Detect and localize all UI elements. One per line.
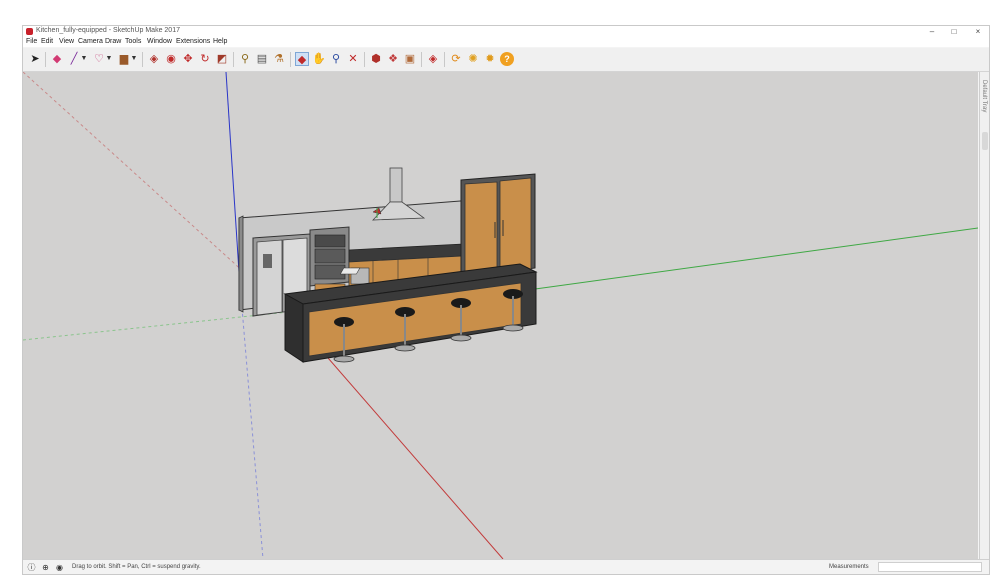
credits-icon[interactable]: ◉ (55, 563, 64, 572)
sketchup-logo-icon (26, 28, 33, 35)
pan-icon[interactable]: ✋ (312, 52, 326, 66)
toolbar-separator (142, 52, 143, 67)
menu-help[interactable]: Help (213, 38, 227, 45)
rotate-icon[interactable]: ↻ (198, 52, 212, 66)
maximize-button[interactable]: □ (945, 26, 963, 37)
menu-file[interactable]: File (26, 38, 37, 45)
menu-extensions[interactable]: Extensions (176, 38, 210, 45)
main-toolbar: ➤ ◆ ╱ ▼ ♡ ▼ ▆ ▼ ◈ ◉ ✥ ↻ ◩ ⚲ ▤ ⚗ ◆ ✋ ⚲ ✕ … (23, 48, 989, 72)
paint-bucket-icon[interactable]: ⚗ (272, 52, 286, 66)
eraser-icon[interactable]: ◆ (50, 52, 64, 66)
hood-chimney (389, 167, 403, 203)
measurements-label: Measurements (829, 564, 869, 570)
dropdown-arrow-icon[interactable]: ▼ (105, 52, 113, 66)
menu-camera[interactable]: Camera (78, 38, 103, 45)
toolbar-separator (233, 52, 234, 67)
zoom-icon[interactable]: ⚲ (329, 52, 343, 66)
freehand-icon[interactable]: ♡ (92, 52, 106, 66)
menu-tools[interactable]: Tools (125, 38, 141, 45)
dropdown-arrow-icon[interactable]: ▼ (130, 52, 138, 66)
menu-view[interactable]: View (59, 38, 74, 45)
menu-window[interactable]: Window (147, 38, 172, 45)
select-arrow-icon[interactable]: ➤ (28, 52, 42, 66)
menu-edit[interactable]: Edit (41, 38, 53, 45)
lower-oven (314, 264, 346, 280)
text-icon[interactable]: ▤ (255, 52, 269, 66)
minimize-button[interactable]: – (923, 26, 941, 37)
tray-scrollbar[interactable] (982, 132, 988, 150)
refresh-icon[interactable]: ⟳ (449, 52, 463, 66)
gear-icon[interactable]: ✹ (483, 52, 497, 66)
sun-icon[interactable]: ✺ (466, 52, 480, 66)
rectangle-icon[interactable]: ▆ (117, 52, 131, 66)
geo-location-icon[interactable]: ⊕ (41, 563, 50, 572)
info-icon[interactable]: ? (500, 52, 514, 66)
pencil-line-icon[interactable]: ╱ (67, 52, 81, 66)
zoom-extents-icon[interactable]: ✕ (346, 52, 360, 66)
tape-measure-icon[interactable]: ⚲ (238, 52, 252, 66)
window-title: Kitchen_fully-equipped - SketchUp Make 2… (36, 27, 180, 34)
push-pull-icon[interactable]: ◈ (147, 52, 161, 66)
microwave (314, 234, 346, 248)
model-viewport[interactable] (23, 72, 978, 559)
menu-draw[interactable]: Draw (105, 38, 121, 45)
pantry-door-right (499, 177, 532, 275)
wall-edge (238, 215, 244, 313)
toolbar-separator (364, 52, 365, 67)
menu-bar: File Edit View Camera Draw Tools Window … (23, 37, 989, 47)
green-axis-negative (23, 311, 289, 341)
measurements-input[interactable] (878, 562, 982, 572)
components-icon[interactable]: ❖ (386, 52, 400, 66)
toolbar-separator (45, 52, 46, 67)
status-bar: ⓘ ⊕ ◉ Drag to orbit. Shift = Pan, Ctrl =… (23, 559, 989, 574)
default-tray-tab[interactable]: Default Tray (979, 72, 989, 559)
island-sink (339, 267, 361, 275)
dropdown-arrow-icon[interactable]: ▼ (80, 52, 88, 66)
move-icon[interactable]: ✥ (181, 52, 195, 66)
upper-oven (314, 248, 346, 264)
toolbar-separator (444, 52, 445, 67)
viewport-canvas[interactable] (23, 72, 978, 559)
materials-icon[interactable]: ▣ (403, 52, 417, 66)
default-tray-label: Default Tray (981, 80, 987, 113)
status-hint: Drag to orbit. Shift = Pan, Ctrl = suspe… (72, 564, 201, 570)
toolbar-separator (421, 52, 422, 67)
title-bar: Kitchen_fully-equipped - SketchUp Make 2… (23, 26, 989, 37)
extension-warehouse-icon[interactable]: ◈ (426, 52, 440, 66)
green-axis (527, 227, 978, 291)
orbit-icon[interactable]: ◆ (295, 52, 309, 66)
blue-axis (225, 72, 240, 273)
island-end-panel (284, 293, 304, 363)
info-circle-icon[interactable]: ⓘ (27, 563, 36, 572)
fridge-dispenser (263, 254, 272, 268)
toolbar-separator (290, 52, 291, 67)
offset-icon[interactable]: ◉ (164, 52, 178, 66)
warehouse-icon[interactable]: ⬢ (369, 52, 383, 66)
pantry-door-left (464, 181, 498, 277)
fridge-door-left (256, 239, 283, 316)
sketchup-window: Kitchen_fully-equipped - SketchUp Make 2… (22, 25, 990, 575)
close-button[interactable]: × (969, 26, 987, 37)
scale-icon[interactable]: ◩ (215, 52, 229, 66)
